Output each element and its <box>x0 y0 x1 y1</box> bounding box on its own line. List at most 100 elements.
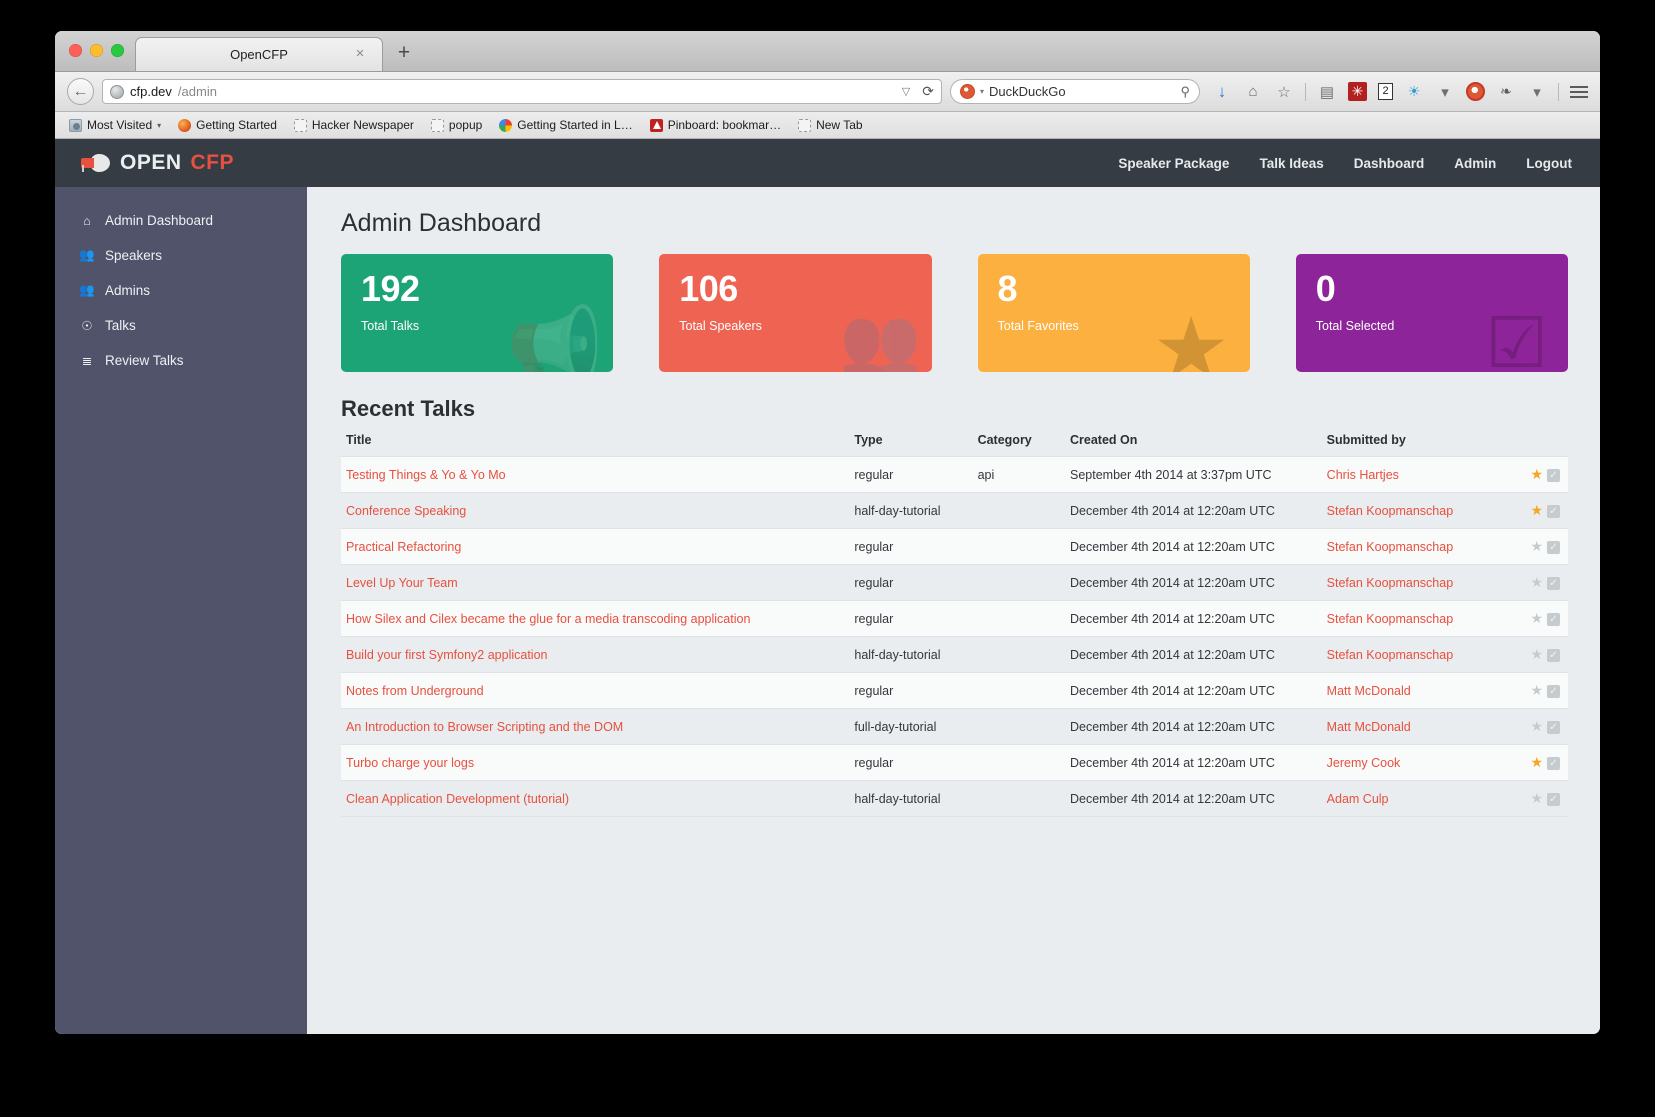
nav-link-talk-ideas[interactable]: Talk Ideas <box>1259 140 1323 186</box>
speaker-link[interactable]: Stefan Koopmanschap <box>1327 612 1453 626</box>
star-icon[interactable]: ★ <box>1530 610 1543 626</box>
talk-title-link[interactable]: How Silex and Cilex became the glue for … <box>346 612 750 626</box>
star-icon[interactable]: ★ <box>1530 718 1543 734</box>
check-square-icon[interactable]: ✓ <box>1547 613 1560 626</box>
nav-link-logout[interactable]: Logout <box>1526 140 1572 186</box>
speaker-link[interactable]: Matt McDonald <box>1327 684 1411 698</box>
column-header-created-on[interactable]: Created On <box>1070 433 1327 457</box>
column-header-submitted-by[interactable]: Submitted by <box>1327 433 1517 457</box>
column-header-type[interactable]: Type <box>854 433 977 457</box>
column-header-category[interactable]: Category <box>978 433 1070 457</box>
fly-icon[interactable]: ❧ <box>1496 82 1516 102</box>
star-icon[interactable]: ★ <box>1530 466 1543 482</box>
magnifier-icon[interactable]: ⚲ <box>1180 84 1190 100</box>
talk-title-link[interactable]: Practical Refactoring <box>346 540 461 554</box>
star-icon[interactable]: ★ <box>1530 790 1543 806</box>
table-row[interactable]: Testing Things & Yo & Yo Mo regular api Sep… <box>341 456 1568 493</box>
sidebar-item-review-talks[interactable]: ≣ Review Talks <box>55 343 307 378</box>
star-icon[interactable]: ★ <box>1530 574 1543 590</box>
check-square-icon[interactable]: ✓ <box>1547 721 1560 734</box>
bookmark-item[interactable]: Getting Started <box>178 118 277 132</box>
table-row[interactable]: An Introduction to Browser Scripting and… <box>341 708 1568 745</box>
bookmark-item[interactable]: Hacker Newspaper <box>293 118 414 132</box>
talk-title-link[interactable]: An Introduction to Browser Scripting and… <box>346 720 623 734</box>
stat-card-total-favorites[interactable]: 8 Total Favorites ★ <box>977 254 1250 372</box>
back-icon[interactable]: ← <box>67 78 94 105</box>
speaker-link[interactable]: Matt McDonald <box>1327 720 1411 734</box>
speaker-link[interactable]: Stefan Koopmanschap <box>1327 648 1453 662</box>
chevron-down-icon[interactable]: ▾ <box>157 121 161 130</box>
minimize-window-button[interactable] <box>90 44 103 57</box>
table-row[interactable]: Clean Application Development (tutorial)… <box>341 780 1568 817</box>
window-controls[interactable] <box>69 44 124 57</box>
stat-card-total-talks[interactable]: 192 Total Talks 📢 <box>341 254 614 372</box>
chevron-down-icon[interactable]: ▾ <box>1527 82 1547 102</box>
speaker-link[interactable]: Chris Hartjes <box>1327 468 1399 482</box>
speaker-link[interactable]: Adam Culp <box>1327 792 1389 806</box>
search-input[interactable]: ▾ DuckDuckGo ☀ ⚲ <box>950 79 1200 104</box>
maximize-window-button[interactable] <box>111 44 124 57</box>
talk-title-link[interactable]: Turbo charge your logs <box>346 756 474 770</box>
talk-title-link[interactable]: Level Up Your Team <box>346 576 458 590</box>
sidebar-item-admin-dashboard[interactable]: ⌂ Admin Dashboard <box>55 203 307 238</box>
star-icon[interactable]: ★ <box>1530 682 1543 698</box>
table-row[interactable]: Conference Speaking half-day-tutorial Dece… <box>341 492 1568 529</box>
nav-link-admin[interactable]: Admin <box>1454 140 1496 186</box>
speaker-link[interactable]: Stefan Koopmanschap <box>1327 576 1453 590</box>
check-square-icon[interactable]: ✓ <box>1547 577 1560 590</box>
reload-icon[interactable]: ⟳ <box>922 83 934 100</box>
extension-badge-icon[interactable]: ✳ <box>1348 82 1367 101</box>
address-bar[interactable]: cfp.dev /admin ▽ ⟳ <box>102 79 942 104</box>
nav-link-speaker-package[interactable]: Speaker Package <box>1118 140 1229 186</box>
star-icon[interactable]: ★ <box>1530 538 1543 554</box>
chevron-down-icon[interactable]: ▾ <box>980 87 984 96</box>
check-square-icon[interactable]: ✓ <box>1547 757 1560 770</box>
bookmark-item[interactable]: Pinboard: bookmar… <box>649 118 781 132</box>
speaker-link[interactable]: Stefan Koopmanschap <box>1327 540 1453 554</box>
star-icon[interactable]: ★ <box>1530 754 1543 770</box>
check-square-icon[interactable]: ✓ <box>1547 505 1560 518</box>
opencfp-logo[interactable]: OPEN CFP <box>81 151 234 175</box>
bookmark-item[interactable]: popup <box>430 118 482 132</box>
menu-icon[interactable] <box>1570 85 1588 98</box>
sidebar-item-talks[interactable]: ☉ Talks <box>55 308 307 343</box>
speaker-link[interactable]: Stefan Koopmanschap <box>1327 504 1453 518</box>
chevron-down-icon[interactable]: ▾ <box>1435 82 1455 102</box>
check-square-icon[interactable]: ✓ <box>1547 649 1560 662</box>
check-square-icon[interactable]: ✓ <box>1547 793 1560 806</box>
close-window-button[interactable] <box>69 44 82 57</box>
sidebar-item-admins[interactable]: 👥 Admins <box>55 273 307 308</box>
table-row[interactable]: Notes from Underground regular December 4t… <box>341 672 1568 709</box>
table-row[interactable]: Level Up Your Team regular December 4th 20… <box>341 564 1568 601</box>
blue-gear-icon[interactable]: ☀ <box>1404 82 1424 102</box>
talk-title-link[interactable]: Build your first Symfony2 application <box>346 648 547 662</box>
star-icon[interactable]: ★ <box>1530 502 1543 518</box>
talk-title-link[interactable]: Notes from Underground <box>346 684 484 698</box>
duckduckgo-privacy-icon[interactable] <box>1466 82 1485 101</box>
talk-title-link[interactable]: Clean Application Development (tutorial) <box>346 792 569 806</box>
table-row[interactable]: Turbo charge your logs regular December 4t… <box>341 744 1568 781</box>
bookmark-item[interactable]: New Tab <box>798 118 863 132</box>
talk-title-link[interactable]: Testing Things & Yo & Yo Mo <box>346 468 506 482</box>
column-header-title[interactable]: Title <box>341 433 854 457</box>
reader-icon[interactable]: ▤ <box>1317 82 1337 102</box>
close-icon[interactable]: × <box>352 46 368 62</box>
speaker-link[interactable]: Jeremy Cook <box>1327 756 1401 770</box>
table-row[interactable]: How Silex and Cilex became the glue for … <box>341 600 1568 637</box>
check-square-icon[interactable]: ✓ <box>1547 469 1560 482</box>
stat-card-total-selected[interactable]: 0 Total Selected ☑ <box>1295 254 1568 372</box>
check-square-icon[interactable]: ✓ <box>1547 685 1560 698</box>
sidebar-item-speakers[interactable]: 👥 Speakers <box>55 238 307 273</box>
talk-title-link[interactable]: Conference Speaking <box>346 504 466 518</box>
nav-link-dashboard[interactable]: Dashboard <box>1354 140 1425 186</box>
home-icon[interactable]: ⌂ <box>1243 82 1263 102</box>
chevron-down-icon[interactable]: ▽ <box>902 85 910 98</box>
bookmark-star-icon[interactable]: ☆ <box>1274 82 1294 102</box>
extension-counter[interactable]: 2 <box>1378 83 1393 100</box>
browser-tab[interactable]: OpenCFP × <box>135 37 383 71</box>
table-row[interactable]: Build your first Symfony2 application hal… <box>341 636 1568 673</box>
check-square-icon[interactable]: ✓ <box>1547 541 1560 554</box>
bookmark-item[interactable]: Most Visited ▾ <box>69 118 161 132</box>
new-tab-button[interactable]: + <box>389 39 419 69</box>
star-icon[interactable]: ★ <box>1530 646 1543 662</box>
